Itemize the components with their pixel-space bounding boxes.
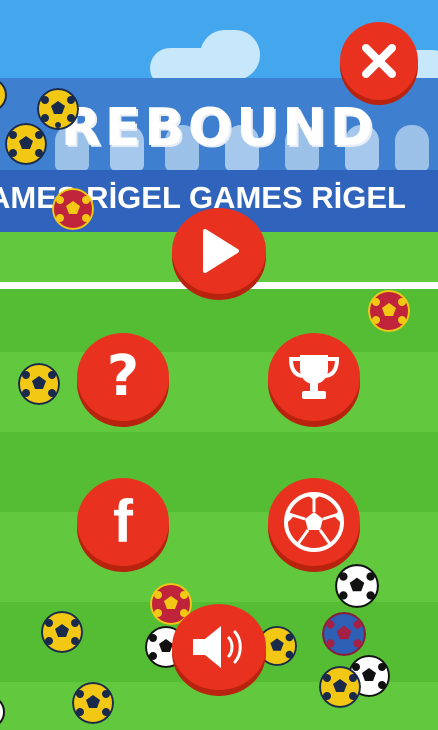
- question-icon: ?: [106, 344, 140, 409]
- more-games-button[interactable]: [268, 478, 360, 566]
- ball-decoration: [41, 611, 83, 653]
- ball-decoration: [322, 612, 366, 656]
- ball-decoration: [52, 188, 94, 230]
- close-icon: [362, 44, 396, 78]
- soccer-ball-icon: [284, 492, 344, 552]
- ball-decoration: [37, 88, 79, 130]
- facebook-button[interactable]: f: [77, 478, 169, 566]
- close-button[interactable]: [340, 22, 418, 100]
- play-button[interactable]: [172, 208, 266, 294]
- sound-button[interactable]: [172, 604, 266, 690]
- trophy-icon: [288, 355, 340, 399]
- speaker-icon: [193, 626, 242, 668]
- play-icon: [203, 229, 239, 273]
- ball-decoration: [319, 666, 361, 708]
- ball-decoration: [5, 123, 47, 165]
- help-button[interactable]: ?: [77, 333, 169, 421]
- ball-decoration: [368, 290, 410, 332]
- leaderboard-button[interactable]: [268, 333, 360, 421]
- ball-decoration: [72, 682, 114, 724]
- ball-decoration: [335, 564, 379, 608]
- ball-decoration: [18, 363, 60, 405]
- facebook-icon: f: [113, 488, 133, 555]
